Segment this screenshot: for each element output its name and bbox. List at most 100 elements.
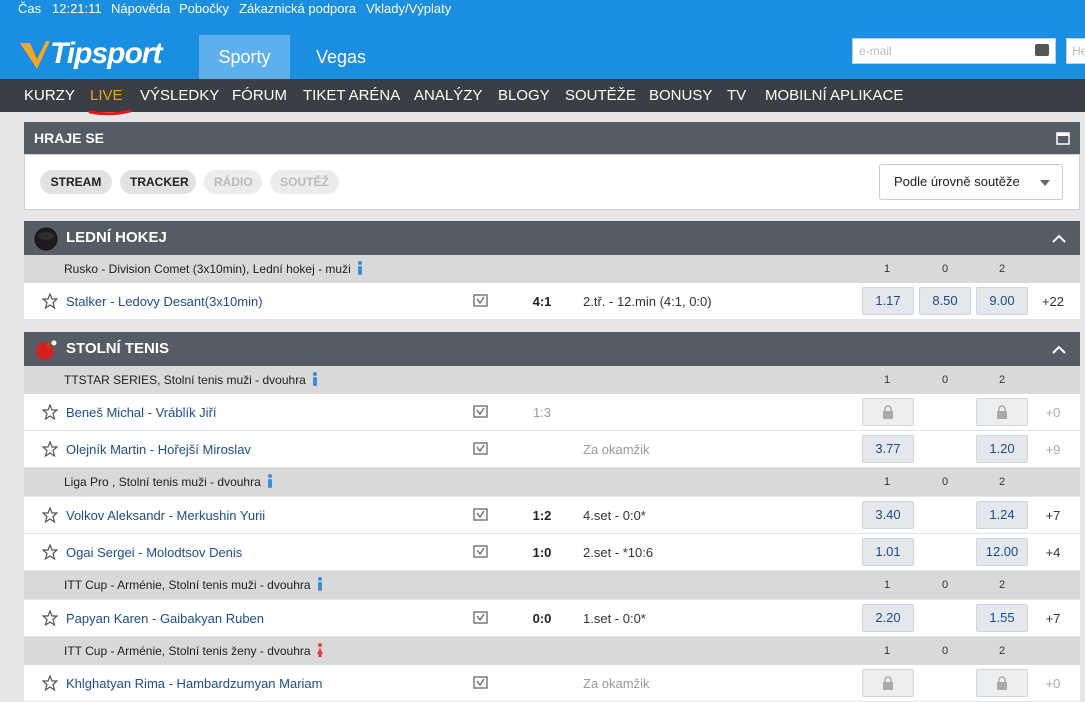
odd-draw[interactable]: 8.50 — [919, 287, 971, 315]
match-teams[interactable]: Beneš Michal - Vráblík Jiří — [66, 394, 217, 431]
menu-analyzy[interactable]: ANALÝZY — [414, 79, 482, 112]
star-icon[interactable] — [42, 610, 58, 626]
odds-header-1: 1 — [883, 263, 891, 275]
competition-row[interactable]: ITT Cup - Arménie, Stolní tenis muži - d… — [24, 571, 1080, 599]
tv-icon[interactable] — [473, 545, 488, 559]
menu-forum[interactable]: FÓRUM — [232, 79, 287, 112]
match-teams[interactable]: Papyan Karen - Gaibakyan Ruben — [66, 600, 264, 637]
match-row[interactable]: Stalker - Ledovy Desant(3x10min) 4:1 2.t… — [24, 283, 1080, 320]
match-row[interactable]: Khlghatyan Rima - Hambardzumyan Mariam Z… — [24, 665, 1080, 702]
match-row[interactable]: Papyan Karen - Gaibakyan Ruben 0:0 1.set… — [24, 600, 1080, 637]
match-row[interactable]: Olejník Martin - Hořejší Miroslav Za oka… — [24, 431, 1080, 468]
match-teams[interactable]: Stalker - Ledovy Desant(3x10min) — [66, 283, 263, 320]
star-icon[interactable] — [42, 507, 58, 523]
star-icon[interactable] — [42, 675, 58, 691]
lock-icon — [883, 405, 893, 419]
help-link[interactable]: Nápověda — [111, 1, 170, 17]
odds-header-0: 0 — [941, 579, 949, 591]
competition-row[interactable]: Rusko - Division Comet (3x10min), Lední … — [24, 255, 1080, 283]
match-teams[interactable]: Khlghatyan Rima - Hambardzumyan Mariam — [66, 665, 322, 702]
odd-home[interactable]: 2.20 — [862, 604, 914, 632]
match-score: 1:0 — [532, 545, 552, 560]
email-field[interactable]: e-mail — [852, 38, 1056, 64]
more-bets-link[interactable]: +22 — [1037, 283, 1069, 320]
menu-souteze[interactable]: SOUTĚŽE — [565, 79, 636, 112]
match-status: Za okamžik — [583, 442, 650, 457]
odd-away-locked — [976, 398, 1028, 426]
tv-icon[interactable] — [473, 294, 488, 308]
match-teams[interactable]: Olejník Martin - Hořejší Miroslav — [66, 431, 251, 468]
menu-mobilni-aplikace[interactable]: MOBILNÍ APLIKACE — [765, 79, 903, 112]
more-bets-link[interactable]: +7 — [1037, 600, 1069, 637]
odd-home[interactable]: 1.17 — [862, 287, 914, 315]
match-row[interactable]: Ogai Sergei - Molodtsov Denis 1:0 2.set … — [24, 534, 1080, 571]
odds-header-1: 1 — [883, 476, 891, 488]
competition-row[interactable]: Liga Pro , Stolní tenis muži - dvouhra 1… — [24, 468, 1080, 496]
tv-icon[interactable] — [473, 676, 488, 690]
odd-away[interactable]: 9.00 — [976, 287, 1028, 315]
more-bets-link[interactable]: +0 — [1037, 394, 1069, 431]
star-icon[interactable] — [42, 544, 58, 560]
chevron-down-icon — [1040, 180, 1050, 186]
more-bets-link[interactable]: +4 — [1037, 534, 1069, 571]
chevron-up-icon[interactable] — [1052, 344, 1066, 354]
menu-blogy[interactable]: BLOGY — [498, 79, 550, 112]
sport-header-table-tennis[interactable]: STOLNÍ TENIS — [24, 332, 1080, 366]
match-teams[interactable]: Volkov Aleksandr - Merkushin Yurii — [66, 497, 265, 534]
menu-kurzy[interactable]: KURZY — [24, 79, 75, 112]
odds-header-1: 1 — [883, 579, 891, 591]
tv-icon[interactable] — [473, 508, 488, 522]
sport-header-hockey[interactable]: LEDNÍ HOKEJ — [24, 221, 1080, 255]
odd-away[interactable]: 12.00 — [976, 538, 1028, 566]
tracker-filter[interactable]: TRACKER — [120, 170, 196, 194]
match-status: 4.set - 0:0* — [583, 508, 646, 523]
odds-header-2: 2 — [998, 263, 1006, 275]
menu-vysledky[interactable]: VÝSLEDKY — [140, 79, 219, 112]
table-tennis-icon — [36, 340, 57, 360]
stream-filter[interactable]: STREAM — [40, 170, 112, 194]
match-score: 1:2 — [532, 508, 552, 523]
password-field[interactable]: He — [1066, 38, 1085, 64]
more-bets-link[interactable]: +7 — [1037, 497, 1069, 534]
odds-header-1: 1 — [883, 374, 891, 386]
odds-header-1: 1 — [883, 645, 891, 657]
odd-away[interactable]: 1.24 — [976, 501, 1028, 529]
site-header: Tipsport Sporty Vegas e-mail He — [0, 17, 1085, 79]
odd-away-locked — [976, 669, 1028, 697]
chevron-up-icon[interactable] — [1052, 233, 1066, 243]
odd-home[interactable]: 1.01 — [862, 538, 914, 566]
calendar-icon[interactable] — [1056, 131, 1070, 145]
password-placeholder: He — [1072, 44, 1085, 58]
tv-icon[interactable] — [473, 611, 488, 625]
tab-sporty[interactable]: Sporty — [199, 35, 290, 79]
odd-away[interactable]: 1.20 — [976, 435, 1028, 463]
support-link[interactable]: Zákaznická podpora — [239, 1, 356, 17]
match-teams[interactable]: Ogai Sergei - Molodtsov Denis — [66, 534, 242, 571]
match-status: 2.set - *10:6 — [583, 545, 654, 560]
keyboard-icon[interactable] — [1035, 44, 1049, 56]
odd-home[interactable]: 3.40 — [862, 501, 914, 529]
menu-tv[interactable]: TV — [727, 79, 746, 112]
competition-row[interactable]: TTSTAR SERIES, Stolní tenis muži - dvouh… — [24, 366, 1080, 394]
menu-bonusy[interactable]: BONUSY — [649, 79, 712, 112]
menu-tiket-arena[interactable]: TIKET ARÉNA — [303, 79, 400, 112]
more-bets-link[interactable]: +9 — [1037, 431, 1069, 468]
match-row[interactable]: Beneš Michal - Vráblík Jiří 1:3 +0 — [24, 394, 1080, 431]
tipsport-logo[interactable]: Tipsport — [20, 37, 170, 73]
star-icon[interactable] — [42, 293, 58, 309]
tv-icon[interactable] — [473, 442, 488, 456]
competition-name: TTSTAR SERIES, Stolní tenis muži - dvouh… — [64, 373, 306, 387]
match-row[interactable]: Volkov Aleksandr - Merkushin Yurii 1:2 4… — [24, 497, 1080, 534]
star-icon[interactable] — [42, 441, 58, 457]
sort-select[interactable]: Podle úrovně soutěže — [879, 164, 1063, 200]
tv-icon[interactable] — [473, 405, 488, 419]
deposits-link[interactable]: Vklady/Výplaty — [366, 1, 451, 17]
odd-away[interactable]: 1.55 — [976, 604, 1028, 632]
sport-title: STOLNÍ TENIS — [66, 340, 170, 357]
star-icon[interactable] — [42, 404, 58, 420]
odd-home[interactable]: 3.77 — [862, 435, 914, 463]
more-bets-link[interactable]: +0 — [1037, 665, 1069, 702]
branches-link[interactable]: Pobočky — [179, 1, 229, 17]
competition-row[interactable]: ITT Cup - Arménie, Stolní tenis ženy - d… — [24, 637, 1080, 665]
tab-vegas[interactable]: Vegas — [296, 35, 386, 79]
